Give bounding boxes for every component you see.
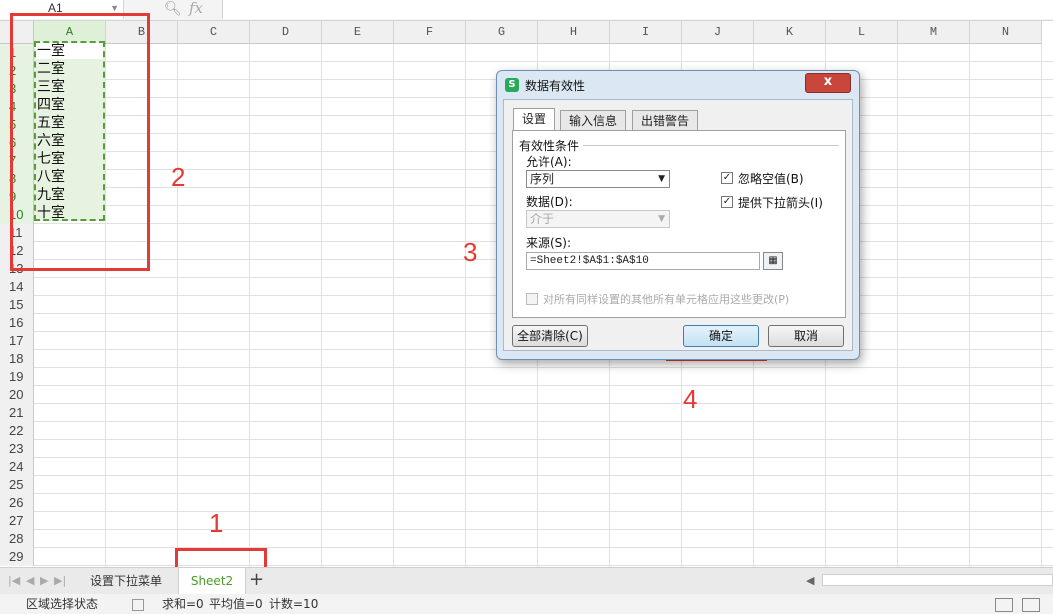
status-average: 平均值=0 [209,597,263,611]
column-header-m[interactable]: M [898,21,970,44]
formula-input[interactable] [222,0,1053,19]
row-header-17[interactable]: 17 [0,332,34,350]
row-header-19[interactable]: 19 [0,368,34,386]
column-header-h[interactable]: H [538,21,610,44]
first-sheet-icon[interactable]: |◀ [8,574,20,587]
source-input[interactable]: =Sheet2!$A$1:$A$10 [526,252,760,270]
sheet-tab-bar: |◀ ◀ ▶ ▶| 设置下拉菜单 Sheet2 + ◀ [0,567,1053,594]
section-divider [583,145,839,146]
dropdown-arrow-checkbox[interactable]: ✓ [721,196,733,208]
status-mode: 区域选择状态 [26,597,99,611]
normal-view-icon[interactable] [995,598,1013,612]
tab-error-alert[interactable]: 出错警告 [632,110,699,130]
data-validation-dialog: S 数据有效性 x 设置 输入信息 出错警告 有效性条件 允许(A): 序列 ▼… [496,70,860,360]
allow-select-value: 序列 [530,172,555,186]
row-header-14[interactable]: 14 [0,278,34,296]
ignore-blank-checkbox[interactable]: ✓ [721,172,733,184]
horizontal-scrollbar[interactable] [822,574,1053,586]
source-label: 来源(S): [526,236,572,250]
row-header-21[interactable]: 21 [0,404,34,422]
data-label: 数据(D): [526,195,573,209]
column-header-f[interactable]: F [394,21,466,44]
row-header-25[interactable]: 25 [0,476,34,494]
zoom-icon[interactable]: 🔍︎ [164,1,182,17]
status-doc-icon [132,599,144,611]
row-header-20[interactable]: 20 [0,386,34,404]
dialog-body: 设置 输入信息 出错警告 有效性条件 允许(A): 序列 ▼ 数据(D): 介于… [503,99,853,351]
annotation-number-1: 1 [209,508,224,538]
column-header-n[interactable]: N [970,21,1042,44]
row-header-24[interactable]: 24 [0,458,34,476]
row-header-23[interactable]: 23 [0,440,34,458]
last-sheet-icon[interactable]: ▶| [54,574,66,587]
row-header-28[interactable]: 28 [0,530,34,548]
formula-bar: A1 ▼ 🔍︎ fx [0,0,1053,21]
settings-panel: 有效性条件 允许(A): 序列 ▼ 数据(D): 介于 ▼ ✓ 忽略空值(B) … [512,130,846,318]
sheet-tab-settings[interactable]: 设置下拉菜单 [90,568,162,594]
tab-input-message[interactable]: 输入信息 [560,110,627,130]
allow-label: 允许(A): [526,155,572,169]
sheet-tab-sheet2[interactable]: Sheet2 [178,568,246,594]
ignore-blank-label: 忽略空值(B) [738,172,804,186]
data-select-value: 介于 [530,212,555,226]
annotation-number-3: 3 [463,237,478,267]
row-header-18[interactable]: 18 [0,350,34,368]
column-header-l[interactable]: L [826,21,898,44]
column-header-e[interactable]: E [322,21,394,44]
column-header-g[interactable]: G [466,21,538,44]
row-header-27[interactable]: 27 [0,512,34,530]
function-icon[interactable]: fx [189,0,203,17]
row-header-29[interactable]: 29 [0,548,34,566]
dropdown-arrow-label: 提供下拉箭头(I) [738,196,823,210]
status-sum: 求和=0 [162,597,204,611]
close-button[interactable]: x [805,73,851,93]
section-title: 有效性条件 [519,139,580,153]
scroll-left-icon[interactable]: ◀ [806,574,814,587]
column-header-j[interactable]: J [682,21,754,44]
next-sheet-icon[interactable]: ▶ [40,574,48,587]
column-header-d[interactable]: D [250,21,322,44]
chevron-down-icon: ▼ [658,214,665,224]
chevron-down-icon: ▼ [658,174,665,184]
add-sheet-button[interactable]: + [249,568,264,592]
allow-select[interactable]: 序列 ▼ [526,170,670,188]
row-header-22[interactable]: 22 [0,422,34,440]
apply-all-checkbox[interactable] [526,293,538,305]
apply-all-label: 对所有同样设置的其他所有单元格应用这些更改(P) [543,293,790,306]
data-select[interactable]: 介于 ▼ [526,210,670,228]
column-header-i[interactable]: I [610,21,682,44]
clear-all-button[interactable]: 全部清除(C) [512,325,588,347]
app-logo-icon: S [505,78,519,92]
prev-sheet-icon[interactable]: ◀ [26,574,34,587]
status-bar: 区域选择状态 求和=0 平均值=0 计数=10 [0,594,1053,614]
annotation-box-2 [10,13,150,271]
column-header-k[interactable]: K [754,21,826,44]
row-header-15[interactable]: 15 [0,296,34,314]
row-header-26[interactable]: 26 [0,494,34,512]
column-header-c[interactable]: C [178,21,250,44]
cancel-button[interactable]: 取消 [768,325,844,347]
annotation-number-2: 2 [171,162,186,192]
dialog-title: 数据有效性 [525,79,586,93]
annotation-number-4: 4 [683,384,698,414]
ok-button[interactable]: 确定 [683,325,759,347]
range-picker-icon[interactable]: ▦ [763,252,783,270]
status-count: 计数=10 [269,597,319,611]
page-layout-icon[interactable] [1022,598,1040,612]
row-header-16[interactable]: 16 [0,314,34,332]
tab-settings[interactable]: 设置 [513,108,556,130]
